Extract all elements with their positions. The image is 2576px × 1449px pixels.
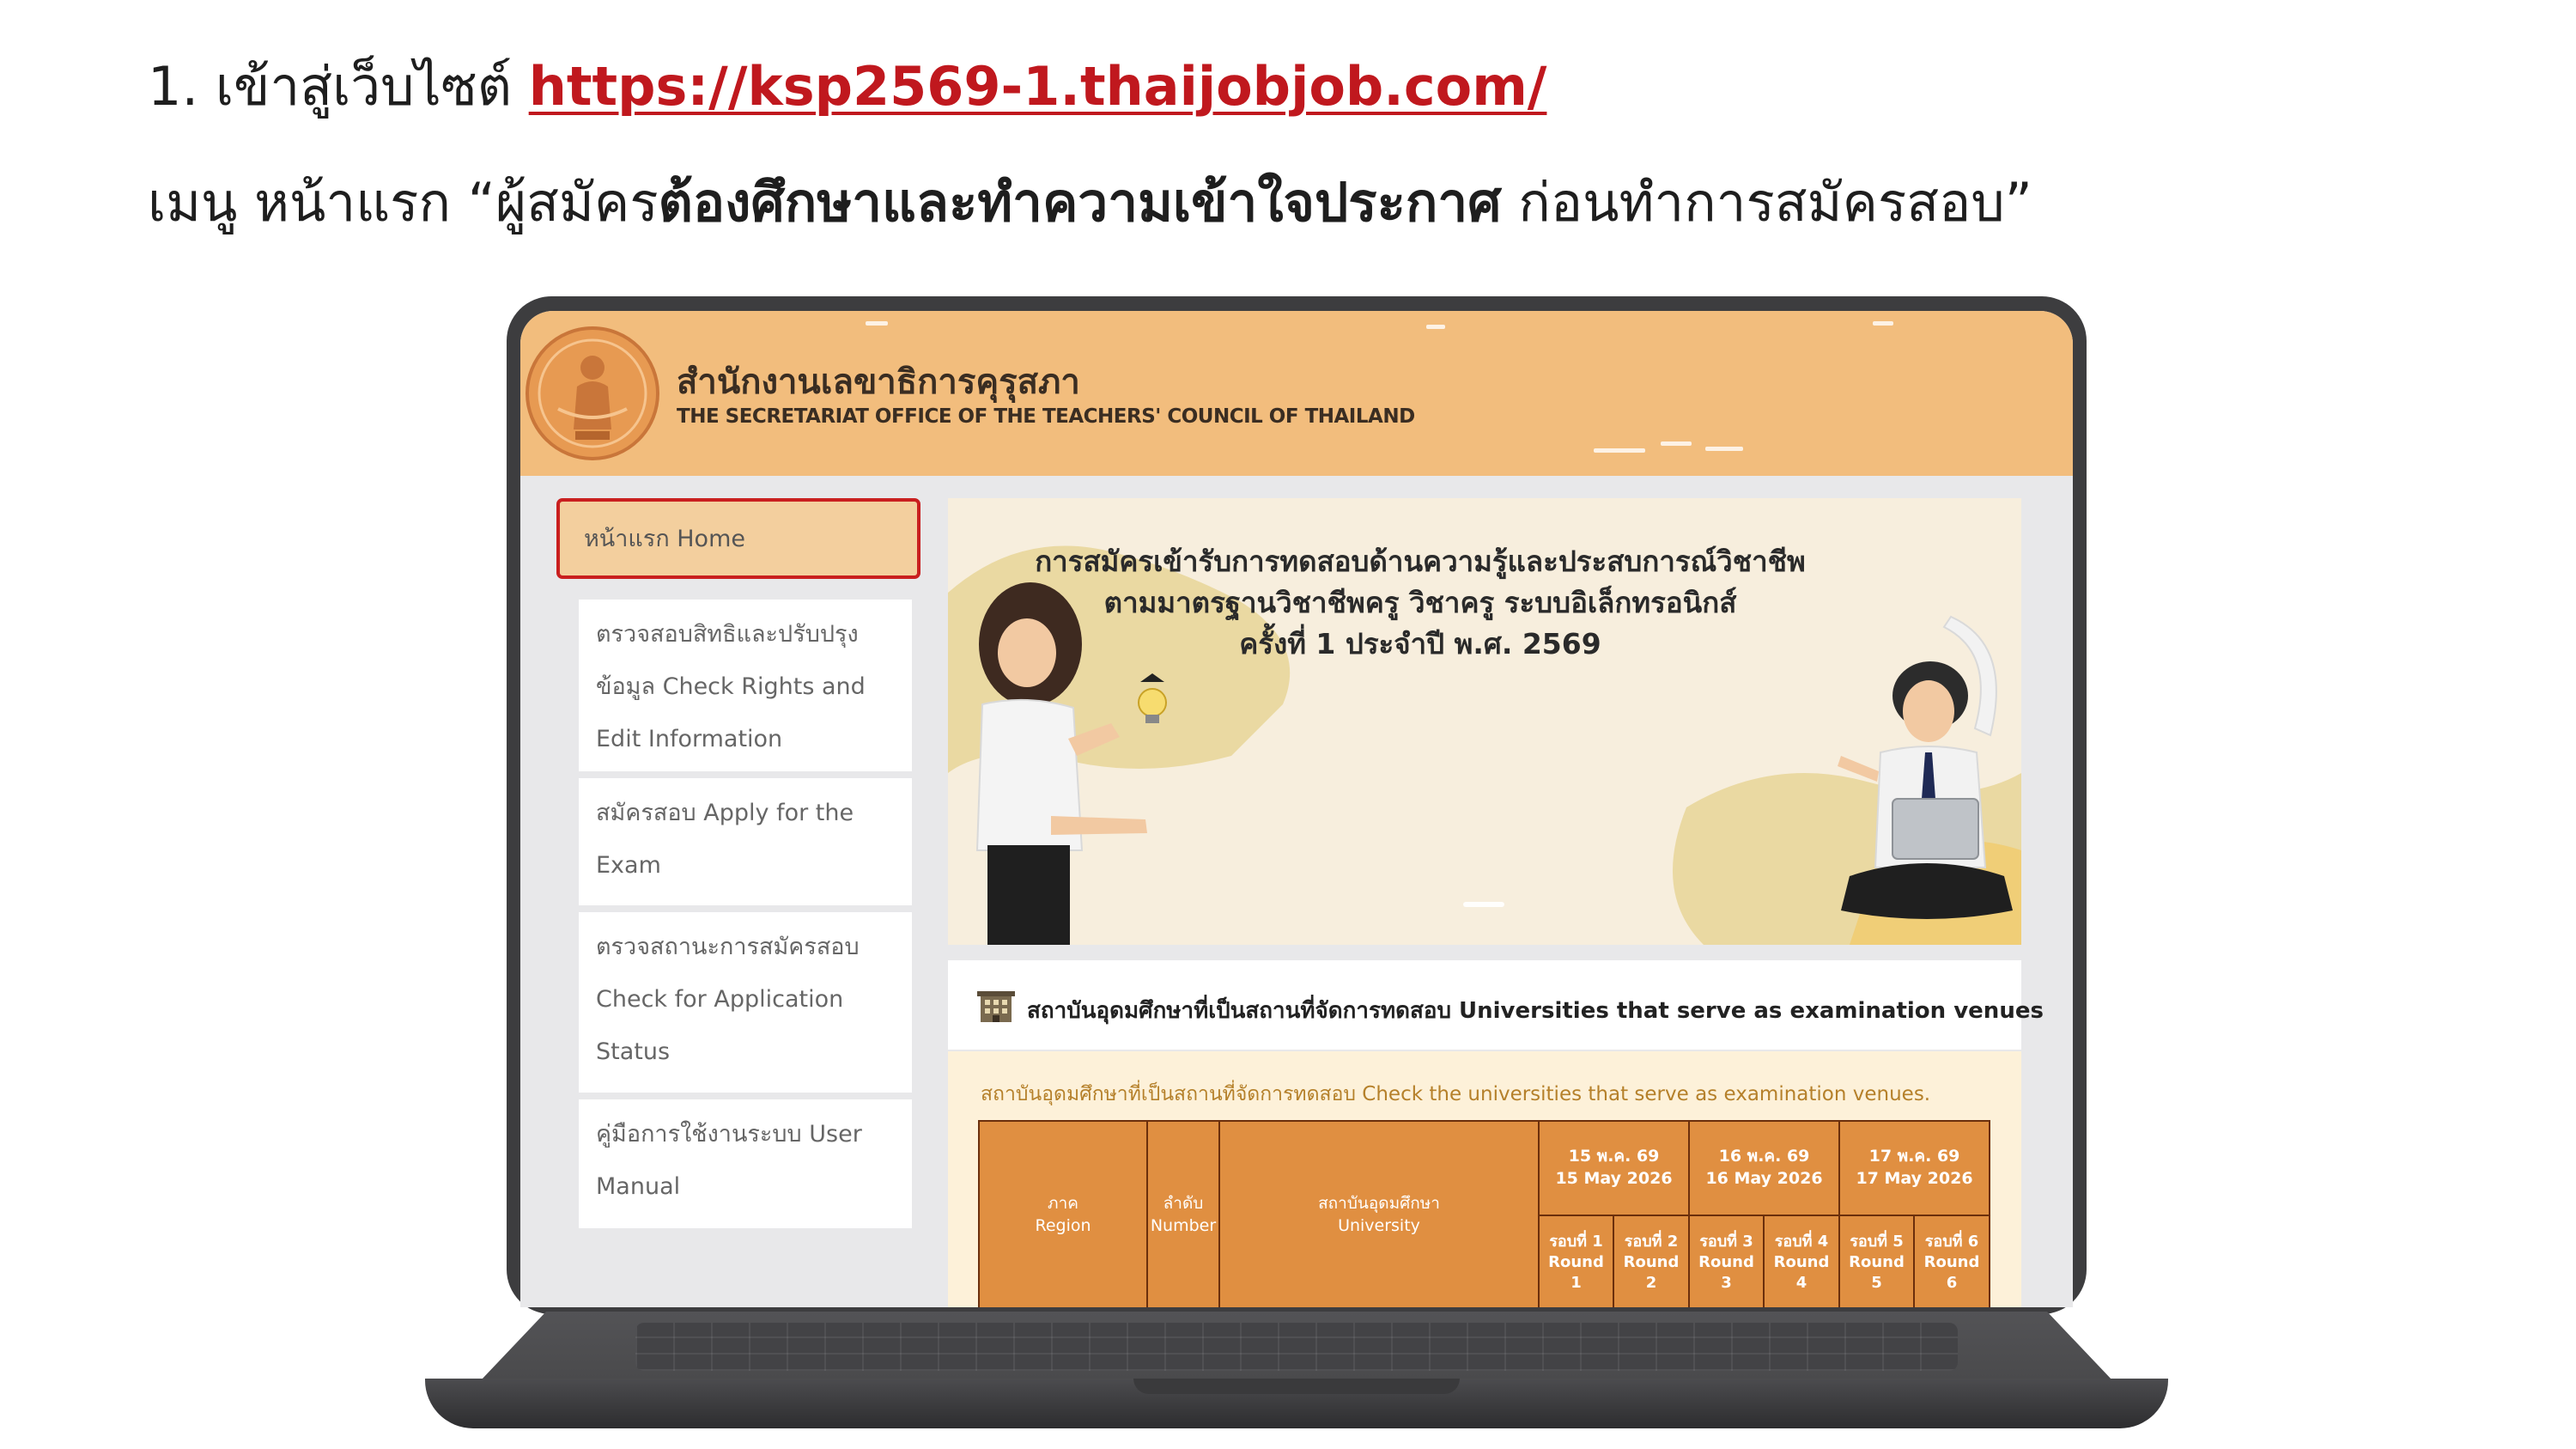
site-header: สำนักงานเลขาธิการคุรุสภา THE SECRETARIAT… <box>520 311 2073 476</box>
announcement-banner[interactable]: การสมัครเข้ารับการทดสอบด้านความรู้และประ… <box>948 498 2021 945</box>
banner-line-3: ครั้งที่ 1 ประจำปี พ.ศ. 2569 <box>1239 627 1601 661</box>
col-round-1: รอบที่ 1 Round 1 <box>1538 1215 1614 1307</box>
banner-line-1: การสมัครเข้ารับการทดสอบด้านความรู้และประ… <box>1035 545 1806 578</box>
col-date-3: 17 พ.ค. 69 17 May 2026 <box>1838 1120 1990 1216</box>
col-round-2: รอบที่ 2 Round 2 <box>1613 1215 1690 1307</box>
col-round-5: รอบที่ 5 Round 5 <box>1838 1215 1915 1307</box>
decor-dash <box>866 321 888 326</box>
col-date-1: 15 พ.ค. 69 15 May 2026 <box>1538 1120 1690 1216</box>
building-icon <box>977 991 1015 1022</box>
council-emblem-icon <box>526 326 659 460</box>
nav-user-manual[interactable]: คู่มือการใช้งานระบบ User Manual <box>579 1099 912 1228</box>
step-prefix: 1. เข้าสู่เว็บไซต์ <box>148 55 529 118</box>
org-name-thai: สำนักงานเลขาธิการคุรุสภา <box>677 362 1080 402</box>
nav-label: ตรวจสอบสิทธิและปรับปรุงข้อมูล Check Righ… <box>596 621 866 752</box>
banner-line-2: ตามมาตรฐานวิชาชีพครู วิชาครู ระบบอิเล็กท… <box>1103 586 1737 619</box>
col-round-4: รอบที่ 4 Round 4 <box>1763 1215 1840 1307</box>
decor-dash <box>1705 447 1743 451</box>
col-round-6: รอบที่ 6 Round 6 <box>1913 1215 1990 1307</box>
laptop-keyboard <box>635 1323 1958 1371</box>
org-name-english: THE SECRETARIAT OFFICE OF THE TEACHERS' … <box>677 405 1415 428</box>
col-university: สถาบันอุดมศึกษา University <box>1218 1120 1540 1307</box>
venues-section: สถาบันอุดมศึกษาที่เป็นสถานที่จัดการทดสอบ… <box>948 1051 2021 1307</box>
nav-home[interactable]: หน้าแรก Home <box>556 498 920 579</box>
menu-suffix: ก่อนทำการสมัครสอบ” <box>1501 171 2032 234</box>
col-round-3: รอบที่ 3 Round 3 <box>1688 1215 1765 1307</box>
banner-title: การสมัครเข้ารับการทดสอบด้านความรู้และประ… <box>948 541 1893 665</box>
col-number: ลำดับ Number <box>1146 1120 1220 1307</box>
instruction-menu: เมนู หน้าแรก “ผู้สมัครต้องศึกษาและทำความ… <box>148 176 2032 229</box>
nav-label: หน้าแรก Home <box>584 525 745 552</box>
table-header-row: ภาค Region ลำดับ Number สถาบันอุดมศึกษา Uni… <box>978 1120 1990 1307</box>
venues-title: สถาบันอุดมศึกษาที่เป็นสถานที่จัดการทดสอบ… <box>1027 998 2044 1024</box>
decor-dash <box>1426 325 1445 329</box>
instruction-step: 1. เข้าสู่เว็บไซต์ https://ksp2569-1.tha… <box>148 60 1546 113</box>
website-link[interactable]: https://ksp2569-1.thaijobjob.com/ <box>529 55 1547 118</box>
venues-header: สถาบันอุดมศึกษาที่เป็นสถานที่จัดการทดสอบ… <box>948 960 2044 1050</box>
nav-label: สมัครสอบ Apply for the Exam <box>596 800 854 879</box>
nav-label: คู่มือการใช้งานระบบ User Manual <box>596 1121 862 1200</box>
venues-subtitle: สถาบันอุดมศึกษาที่เป็นสถานที่จัดการทดสอบ… <box>981 1083 1931 1105</box>
col-date-2: 16 พ.ค. 69 16 May 2026 <box>1688 1120 1840 1216</box>
nav-apply-exam[interactable]: สมัครสอบ Apply for the Exam <box>579 778 912 905</box>
menu-emphasis: ต้องศึกษาและทำความเข้าใจประกาศ <box>658 171 1502 234</box>
col-region: ภาค Region <box>978 1120 1148 1307</box>
nav-application-status[interactable]: ตรวจสถานะการสมัครสอบ Check for Applicati… <box>579 912 912 1093</box>
nav-label: ตรวจสถานะการสมัครสอบ Check for Applicati… <box>596 934 860 1065</box>
decor-dash <box>1594 448 1645 453</box>
nav-check-rights[interactable]: ตรวจสอบสิทธิและปรับปรุงข้อมูล Check Righ… <box>579 600 912 771</box>
decor-dash <box>1873 321 1893 326</box>
decor-dash <box>1661 441 1692 446</box>
laptop-screen: สำนักงานเลขาธิการคุรุสภา THE SECRETARIAT… <box>520 311 2073 1307</box>
laptop-opening-notch <box>1133 1379 1460 1394</box>
menu-prefix: เมนู หน้าแรก “ผู้สมัคร <box>148 171 659 234</box>
venues-table: ภาค Region ลำดับ Number สถาบันอุดมศึกษา Uni… <box>978 1120 1990 1307</box>
